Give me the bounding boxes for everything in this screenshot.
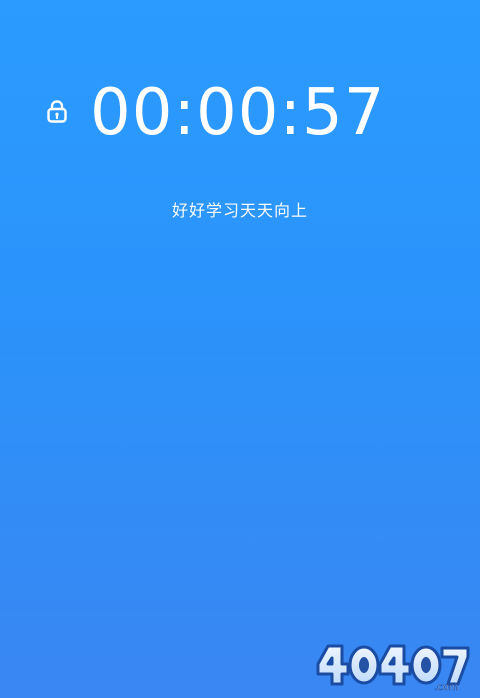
lock-svg [47,100,67,123]
lock-icon[interactable] [42,96,72,126]
svg-text:.com: .com [434,682,459,692]
focus-timer-screen: 00:00:57 好好学习天天向上 .com [0,0,480,698]
watermark-logo: .com [312,640,472,692]
timer-display: 00:00:57 [90,76,386,150]
motto-text: 好好学习天天向上 [171,201,308,220]
watermark-logo-svg: .com [316,644,470,692]
